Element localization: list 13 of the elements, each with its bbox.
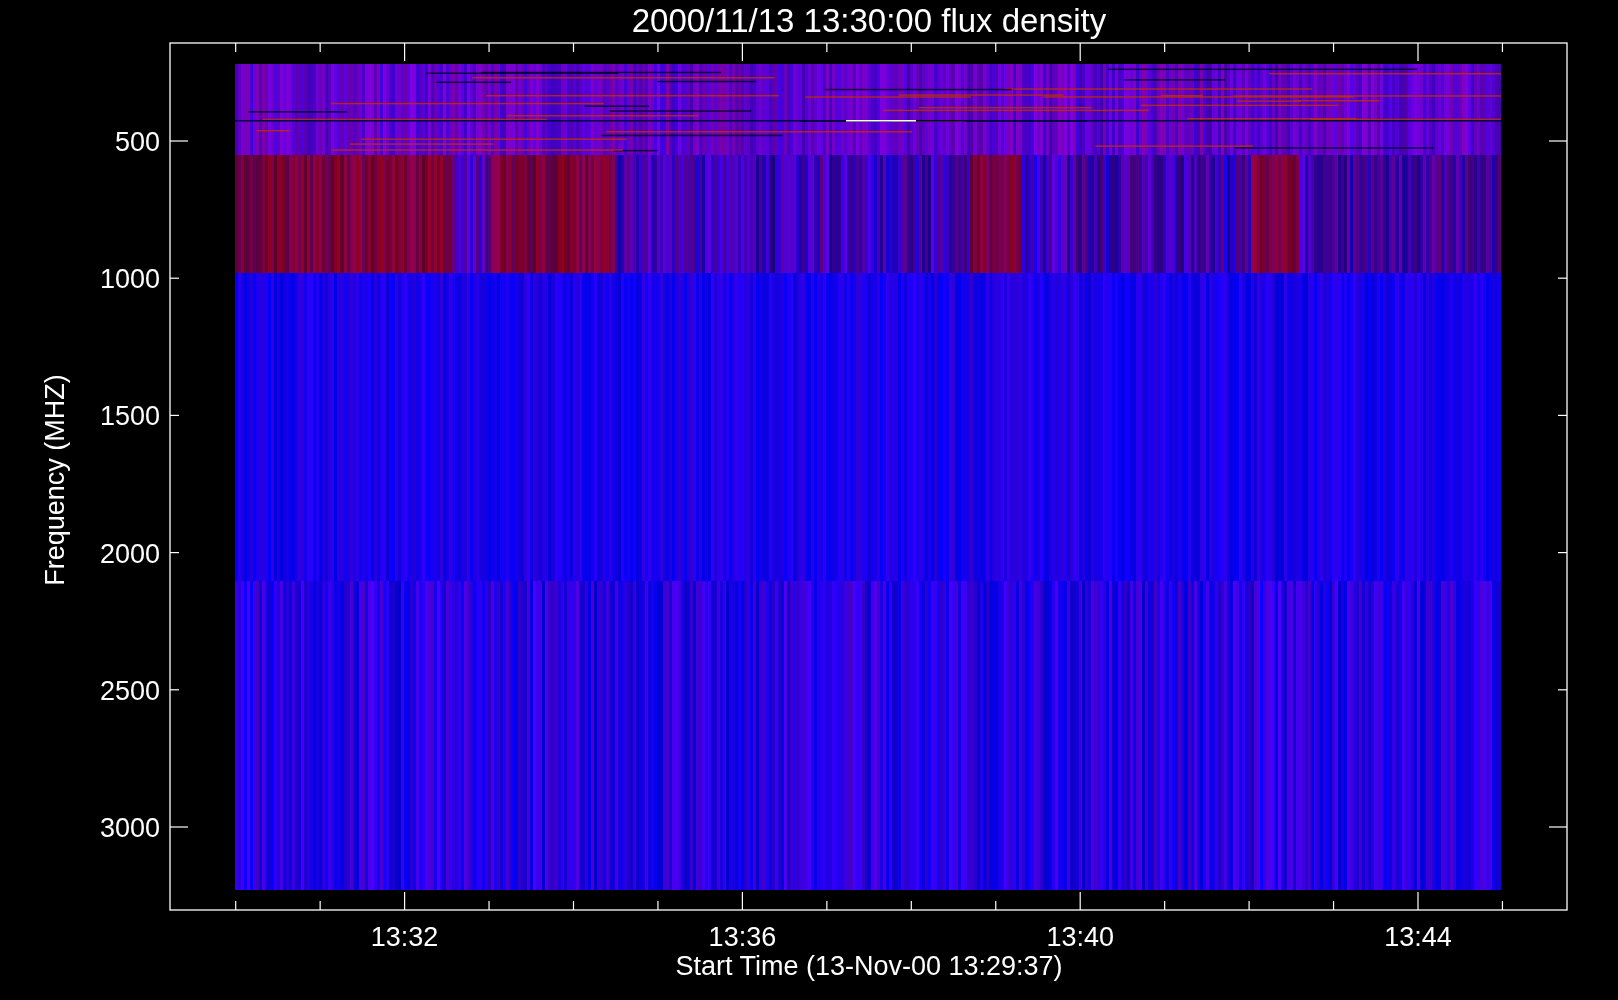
chart-title: 2000/11/13 13:30:00 flux density — [631, 2, 1107, 39]
y-tick-label: 1500 — [99, 401, 160, 432]
y-tick-label: 2500 — [99, 675, 160, 706]
x-tick-label: 13:32 — [370, 922, 439, 952]
x-axis-label: Start Time (13-Nov-00 13:29:37) — [675, 951, 1063, 981]
y-tick-label: 500 — [114, 127, 160, 157]
x-tick-label: 13:40 — [1046, 922, 1114, 952]
y-tick-label: 1000 — [99, 264, 160, 295]
x-tick-label: 13:44 — [1384, 922, 1452, 952]
y-tick-label: 2000 — [99, 538, 160, 569]
y-tick-label: 3000 — [99, 813, 160, 843]
x-tick-label: 13:36 — [708, 922, 777, 952]
y-axis-label: Frequency (MHZ) — [40, 374, 70, 586]
